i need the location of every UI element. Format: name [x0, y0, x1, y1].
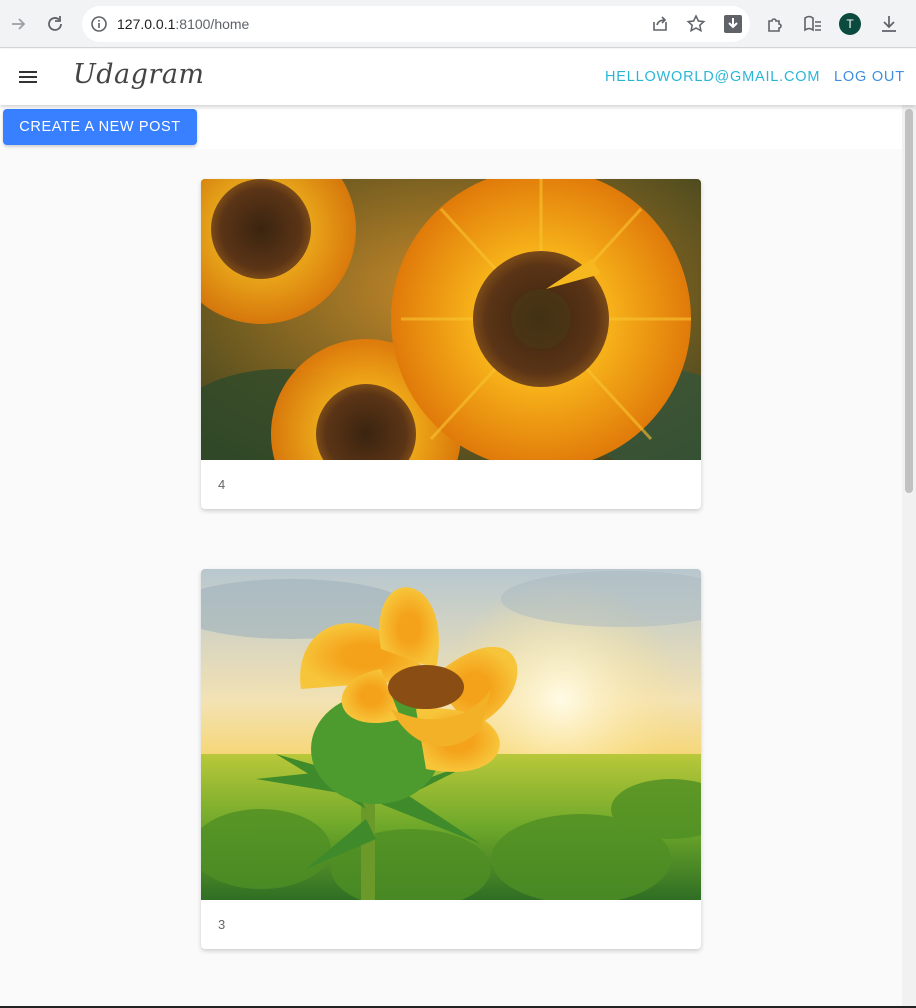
action-strip: CREATE A NEW POST	[0, 105, 902, 149]
url-path: :8100/home	[175, 16, 250, 32]
create-post-button[interactable]: CREATE A NEW POST	[3, 109, 197, 145]
share-icon[interactable]	[650, 14, 670, 34]
reload-button[interactable]	[43, 12, 67, 36]
scrollbar-thumb[interactable]	[905, 109, 913, 493]
profile-avatar[interactable]: T	[839, 13, 861, 35]
download-extension-icon[interactable]	[723, 14, 743, 34]
arrow-right-icon	[12, 18, 26, 30]
address-bar[interactable]: 127.0.0.1:8100/home	[82, 6, 750, 42]
url-host: 127.0.0.1	[117, 16, 176, 32]
post-image	[201, 179, 701, 460]
reload-icon	[48, 16, 62, 31]
url-text[interactable]: 127.0.0.1:8100/home	[117, 16, 249, 32]
downloads-icon[interactable]	[878, 13, 900, 35]
browser-toolbar: 127.0.0.1:8100/home T	[0, 0, 916, 48]
app-header: Udagram HELLOWORLD@GMAIL.COM LOG OUT	[0, 49, 916, 105]
post-card: 3	[201, 569, 701, 949]
post-card: 4	[201, 179, 701, 509]
post-caption: 3	[218, 917, 226, 932]
app-title: Udagram	[73, 59, 205, 90]
star-icon[interactable]	[686, 14, 706, 34]
menu-icon[interactable]	[16, 65, 40, 89]
info-icon[interactable]	[90, 15, 108, 33]
reading-list-icon[interactable]	[802, 13, 824, 35]
user-email-link[interactable]: HELLOWORLD@GMAIL.COM	[605, 69, 820, 85]
extensions-puzzle-icon[interactable]	[765, 13, 787, 35]
logout-link[interactable]: LOG OUT	[834, 69, 905, 85]
post-caption: 4	[218, 477, 226, 492]
feed-content[interactable]: CREATE A NEW POST 4 3	[0, 105, 902, 1008]
post-image	[201, 569, 701, 900]
page-scrollbar[interactable]	[902, 105, 916, 1008]
forward-button[interactable]	[7, 12, 31, 36]
